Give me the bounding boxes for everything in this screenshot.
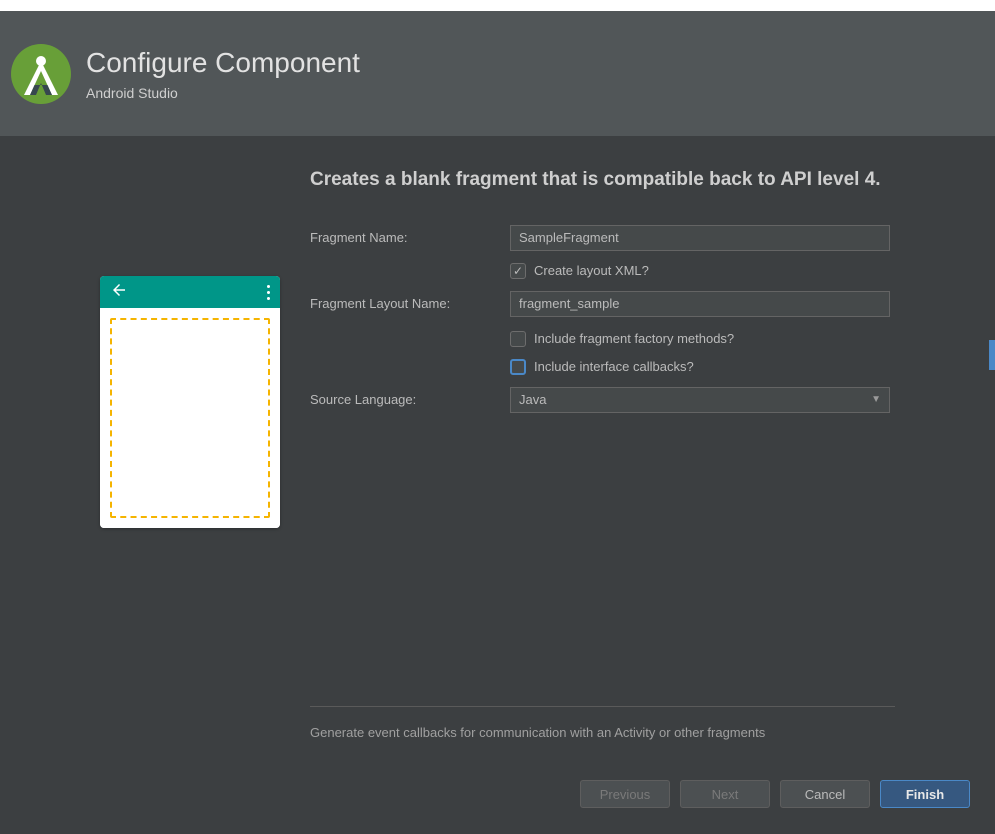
dialog-header: Configure Component Android Studio <box>0 11 995 136</box>
preview-appbar <box>100 276 280 308</box>
dialog-title: Configure Component <box>86 47 360 79</box>
preview-dashed-placeholder <box>110 318 270 518</box>
source-language-value: Java <box>519 392 546 407</box>
include-interface-checkbox[interactable] <box>510 359 526 375</box>
include-interface-row[interactable]: Include interface callbacks? <box>510 359 895 375</box>
create-layout-xml-checkbox[interactable] <box>510 263 526 279</box>
previous-button: Previous <box>580 780 670 808</box>
top-white-bar <box>0 0 995 11</box>
android-studio-logo <box>10 43 72 105</box>
preview-column <box>100 166 290 766</box>
form-footer-description: Generate event callbacks for communicati… <box>310 706 895 766</box>
source-language-label: Source Language: <box>310 392 510 407</box>
include-factory-row[interactable]: Include fragment factory methods? <box>510 331 895 347</box>
dialog-button-bar: Previous Next Cancel Finish <box>0 766 995 822</box>
chevron-down-icon: ▼ <box>871 394 881 405</box>
back-arrow-icon <box>110 281 128 304</box>
include-factory-label: Include fragment factory methods? <box>534 331 734 346</box>
dialog-content: Creates a blank fragment that is compati… <box>0 136 995 766</box>
include-interface-label: Include interface callbacks? <box>534 359 694 374</box>
create-layout-xml-label: Create layout XML? <box>534 263 649 278</box>
fragment-preview <box>100 276 280 528</box>
preview-body <box>100 308 280 528</box>
overflow-menu-icon <box>267 285 270 300</box>
fragment-name-label: Fragment Name: <box>310 230 510 245</box>
form-column: Creates a blank fragment that is compati… <box>290 166 895 766</box>
fragment-layout-name-input[interactable] <box>510 291 890 317</box>
cancel-button[interactable]: Cancel <box>780 780 870 808</box>
include-factory-checkbox[interactable] <box>510 331 526 347</box>
fragment-layout-name-label: Fragment Layout Name: <box>310 296 510 311</box>
source-language-select[interactable]: Java ▼ <box>510 387 890 413</box>
form-grid: Fragment Name: Create layout XML? Fragme… <box>310 225 895 413</box>
right-edge-accent <box>989 340 995 370</box>
next-button: Next <box>680 780 770 808</box>
fragment-name-input[interactable] <box>510 225 890 251</box>
create-layout-xml-row[interactable]: Create layout XML? <box>510 263 895 279</box>
form-heading: Creates a blank fragment that is compati… <box>310 166 895 195</box>
finish-button[interactable]: Finish <box>880 780 970 808</box>
dialog-subtitle: Android Studio <box>86 85 360 101</box>
